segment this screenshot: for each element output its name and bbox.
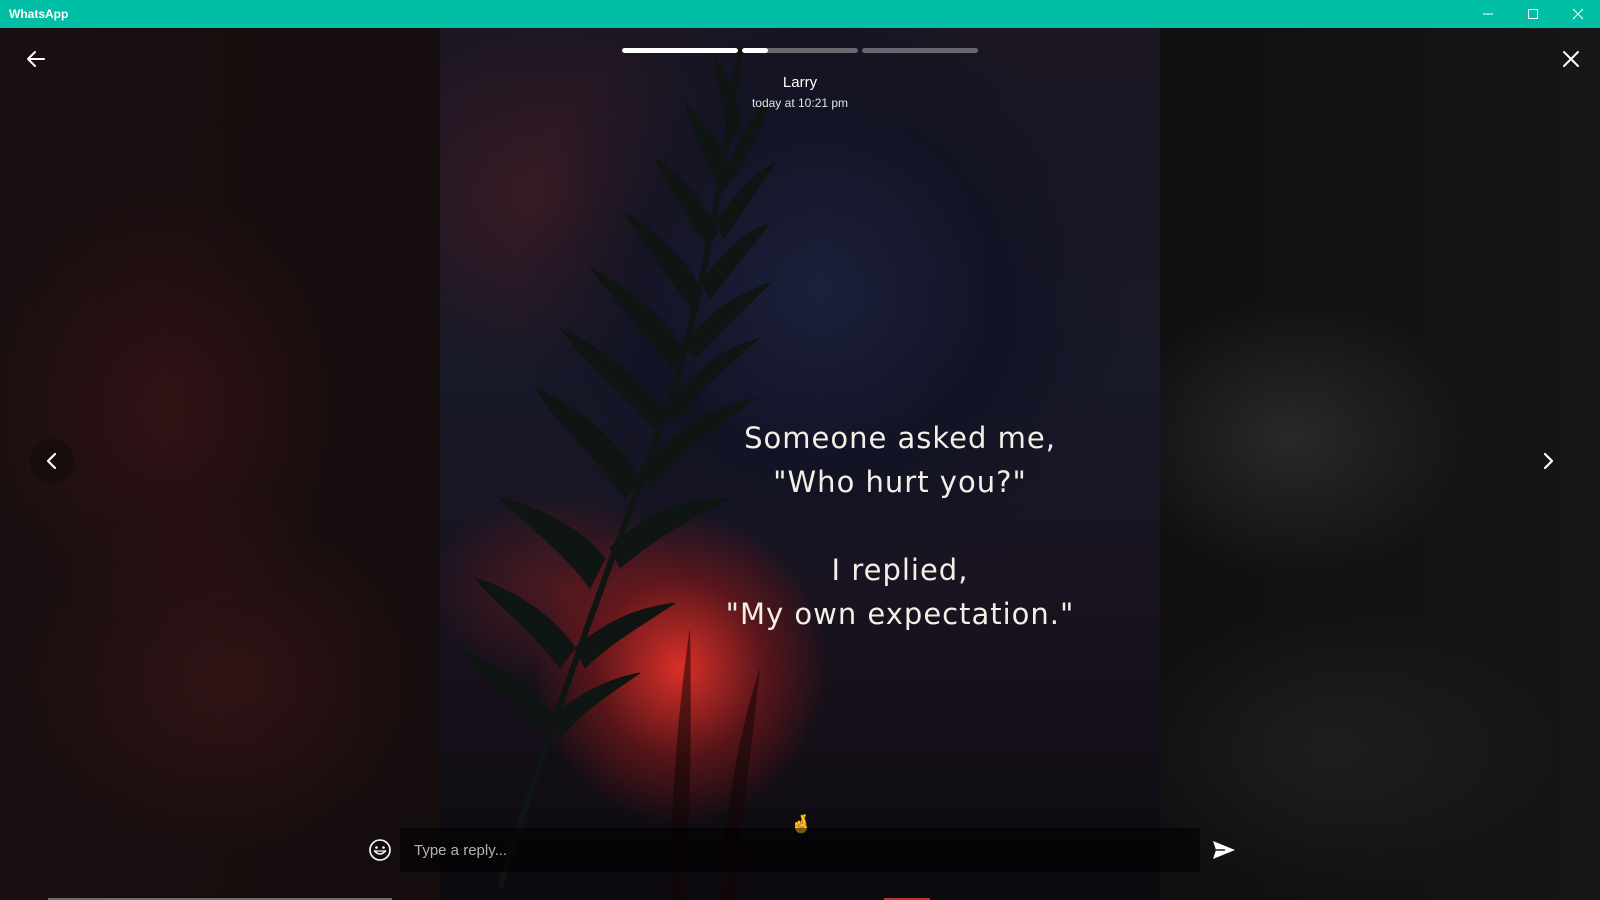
progress-segment — [622, 48, 738, 53]
status-progress — [622, 48, 978, 53]
minimize-button[interactable] — [1465, 0, 1510, 28]
progress-segment — [742, 48, 858, 53]
status-viewer: Someone asked me, "Who hurt you?" I repl… — [0, 28, 1600, 900]
emoji-button[interactable] — [366, 836, 394, 864]
maximize-icon — [1527, 9, 1538, 19]
window-titlebar: WhatsApp — [0, 0, 1600, 28]
chevron-right-icon — [1543, 452, 1554, 470]
app-title: WhatsApp — [9, 7, 69, 21]
status-author: Larry — [782, 74, 818, 91]
close-viewer-button[interactable] — [1556, 44, 1586, 74]
quote-line: Someone asked me, — [744, 421, 1056, 455]
quote-line: I replied, — [831, 553, 969, 587]
quote-line: "My own expectation." — [725, 597, 1075, 631]
back-button[interactable] — [26, 44, 46, 74]
reply-input[interactable] — [400, 828, 1200, 872]
window-controls — [1465, 0, 1600, 28]
maximize-button[interactable] — [1510, 0, 1555, 28]
status-timestamp: today at 10:21 pm — [751, 96, 849, 110]
status-image[interactable]: Someone asked me, "Who hurt you?" I repl… — [440, 28, 1160, 900]
quote-line: "Who hurt you?" — [773, 465, 1027, 499]
smiley-icon — [369, 839, 391, 861]
send-button[interactable] — [1208, 836, 1240, 864]
close-icon — [1563, 51, 1579, 67]
reply-bar — [360, 828, 1240, 872]
previous-status-button[interactable] — [30, 439, 74, 483]
arrow-left-icon — [27, 51, 45, 67]
window-close-button[interactable] — [1555, 0, 1600, 28]
status-quote: Someone asked me, "Who hurt you?" I repl… — [700, 416, 1100, 636]
send-icon — [1213, 841, 1235, 859]
minimize-icon — [1482, 13, 1493, 15]
close-icon — [1572, 8, 1583, 20]
progress-segment — [862, 48, 978, 53]
chevron-left-icon — [46, 452, 57, 470]
next-status-button[interactable] — [1526, 439, 1570, 483]
